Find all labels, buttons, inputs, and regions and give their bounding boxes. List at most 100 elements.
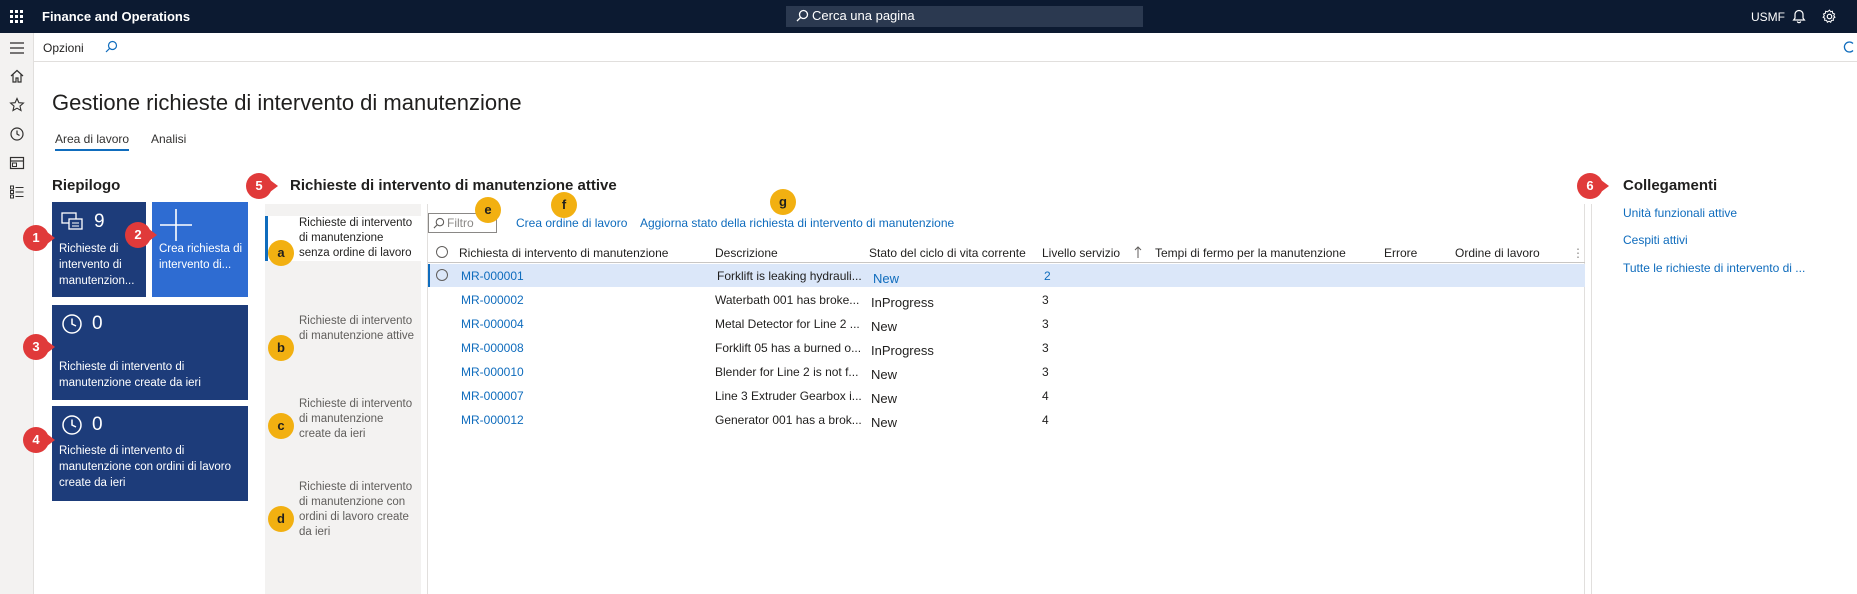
search-icon (796, 9, 809, 22)
gear-icon[interactable] (1822, 9, 1837, 24)
options-tab[interactable]: Opzioni (43, 41, 84, 55)
callout-badge: 2 (125, 222, 157, 248)
request-id-link[interactable]: MR-000008 (461, 341, 524, 355)
links-divider (1591, 204, 1592, 594)
service-level-cell: 4 (1042, 389, 1049, 403)
left-navigation (0, 33, 34, 594)
page-title: Gestione richieste di intervento di manu… (52, 90, 522, 115)
table-row[interactable]: MR-000002 Waterbath 001 has broke... InP… (428, 288, 1585, 311)
tab-analysis[interactable]: Analisi (151, 132, 186, 146)
home-icon[interactable] (9, 68, 25, 84)
company-selector[interactable]: USMF (1751, 10, 1785, 24)
modules-list-icon[interactable] (9, 184, 25, 200)
column-header-downtime[interactable]: Tempi di fermo per la manutenzione (1155, 246, 1346, 260)
tile-requests-with-work-orders-since-yesterday[interactable]: 0 Richieste di intervento di manutenzion… (52, 406, 248, 501)
hamburger-menu-icon[interactable] (9, 40, 25, 56)
column-header-error[interactable]: Errore (1384, 246, 1417, 260)
select-all-radio[interactable] (436, 246, 448, 258)
column-header-work-order[interactable]: Ordine di lavoro (1455, 246, 1540, 260)
description-cell: Metal Detector for Line 2 ... (715, 317, 860, 331)
service-level-cell: 3 (1042, 341, 1049, 355)
refresh-icon[interactable] (1843, 40, 1855, 54)
tile-count: 0 (92, 313, 103, 334)
description-cell: Waterbath 001 has broke... (715, 293, 860, 307)
table-row[interactable]: MR-000004 Metal Detector for Line 2 ... … (428, 312, 1585, 335)
favorites-star-icon[interactable] (9, 97, 25, 113)
request-id-link[interactable]: MR-000001 (461, 269, 524, 283)
table-row[interactable]: MR-000012 Generator 001 has a brok... Ne… (428, 408, 1585, 431)
global-search-input[interactable]: Cerca una pagina (786, 6, 1143, 27)
callout-badge: a (268, 240, 294, 266)
status-cell: New (871, 391, 898, 406)
tile-count: 9 (94, 211, 105, 232)
service-level-cell: 3 (1042, 365, 1049, 379)
description-cell: Blender for Line 2 is not f... (715, 365, 859, 379)
link-active-assets[interactable]: Cespiti attivi (1623, 233, 1688, 247)
description-cell: Line 3 Extruder Gearbox i... (715, 389, 862, 403)
service-level-cell: 3 (1042, 317, 1049, 331)
app-launcher-icon[interactable] (10, 10, 23, 23)
clock-icon (62, 415, 82, 435)
tile-create-request[interactable]: Crea richiesta di intervento di... (152, 202, 248, 297)
request-id-link[interactable]: MR-000002 (461, 293, 524, 307)
sort-ascending-icon[interactable] (1134, 246, 1142, 258)
row-select-radio[interactable] (436, 269, 448, 281)
status-cell: New (871, 367, 898, 382)
active-requests-heading: Richieste di intervento di manutenzione … (290, 177, 617, 194)
callout-badge: 6 (1577, 173, 1609, 199)
callout-badge: f (551, 192, 577, 218)
search-icon[interactable] (105, 40, 118, 53)
tile-label: Crea richiesta di intervento di... (159, 243, 243, 271)
column-options-icon[interactable]: ⋮ (1572, 246, 1584, 260)
tile-requests-created-since-yesterday[interactable]: 0 Richieste di intervento di manutenzion… (52, 305, 248, 400)
bell-icon[interactable] (1792, 9, 1806, 24)
callout-badge: 5 (246, 173, 278, 199)
tab-workspace[interactable]: Area di lavoro (55, 132, 130, 151)
request-id-link[interactable]: MR-000007 (461, 389, 524, 403)
table-row[interactable]: MR-000008 Forklift 05 has a burned o... … (428, 336, 1585, 359)
service-level-cell: 3 (1042, 293, 1049, 307)
service-level-cell: 2 (1044, 269, 1051, 283)
tile-label: Richieste di intervento di manutenzione … (59, 361, 201, 389)
description-cell: Generator 001 has a brok... (715, 413, 862, 427)
request-id-link[interactable]: MR-000012 (461, 413, 524, 427)
callout-badge: g (770, 189, 796, 215)
action-bar: Opzioni (34, 33, 1857, 62)
app-title[interactable]: Finance and Operations (42, 9, 190, 24)
request-id-link[interactable]: MR-000010 (461, 365, 524, 379)
callout-badge: 1 (23, 225, 55, 251)
create-work-order-button[interactable]: Crea ordine di lavoro (516, 216, 627, 230)
summary-heading: Riepilogo (52, 177, 121, 194)
requests-icon (61, 212, 83, 230)
description-cell: Forklift is leaking hydrauli... (717, 269, 862, 283)
search-icon (433, 217, 445, 229)
column-header-lifecycle-state[interactable]: Stato del ciclo di vita corrente (869, 246, 1026, 260)
callout-badge: d (268, 506, 294, 532)
callout-badge: 4 (23, 427, 55, 453)
workspaces-icon[interactable] (9, 155, 25, 171)
callout-badge: e (475, 197, 501, 223)
column-header-request[interactable]: Richiesta di intervento di manutenzione (459, 246, 668, 260)
recent-clock-icon[interactable] (9, 126, 25, 142)
tile-count: 0 (92, 414, 103, 435)
table-row[interactable]: MR-000007 Line 3 Extruder Gearbox i... N… (428, 384, 1585, 407)
tile-label: Richieste di intervento di manutenzione … (59, 445, 231, 489)
table-row[interactable]: MR-000010 Blender for Line 2 is not f...… (428, 360, 1585, 383)
status-cell: InProgress (871, 295, 934, 310)
links-heading: Collegamenti (1623, 177, 1718, 194)
column-header-description[interactable]: Descrizione (715, 246, 778, 260)
status-cell: New (873, 271, 900, 286)
status-cell: New (871, 415, 898, 430)
link-active-functional-locations[interactable]: Unità funzionali attive (1623, 206, 1737, 220)
link-all-requests[interactable]: Tutte le richieste di intervento di ... (1623, 261, 1805, 275)
tile-maintenance-requests[interactable]: 9 Richieste di intervento di manutenzion… (52, 202, 146, 297)
request-id-link[interactable]: MR-000004 (461, 317, 524, 331)
update-request-state-button[interactable]: Aggiorna stato della richiesta di interv… (640, 216, 954, 230)
callout-badge: c (268, 413, 294, 439)
clock-icon (62, 314, 82, 334)
table-row[interactable]: MR-000001 Forklift is leaking hydrauli..… (428, 264, 1585, 287)
callout-badge: 3 (23, 334, 55, 360)
filter-placeholder: Filtro (447, 216, 474, 230)
search-placeholder: Cerca una pagina (812, 8, 915, 23)
column-header-service-level[interactable]: Livello servizio (1042, 246, 1120, 260)
